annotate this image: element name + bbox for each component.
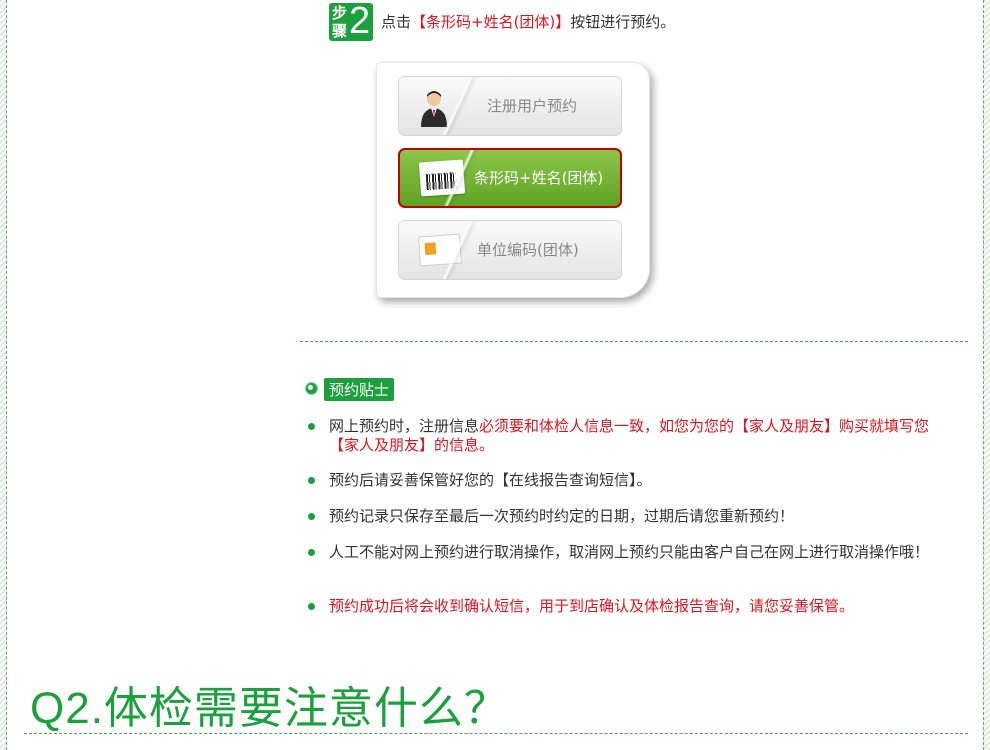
unit-code-group-button[interactable]: 单位编码(团体)	[398, 220, 622, 280]
tip-text: 预约记录只保存至最后一次预约时约定的日期，过期后请您重新预约！	[329, 507, 795, 525]
step-badge: 步骤 2	[329, 0, 373, 42]
registered-user-booking-button[interactable]: 注册用户预约	[398, 76, 622, 136]
tip-text: 网上预约时，注册信息	[329, 417, 480, 435]
step-badge-number: 2	[349, 0, 371, 42]
barcode-name-group-button[interactable]: 条形码+姓名(团体)	[398, 148, 622, 208]
button-label: 条形码+姓名(团体)	[474, 169, 604, 187]
booking-options-panel: 注册用户预约 条形码+姓名(团体) 单位编码(团体)	[376, 62, 650, 298]
step-text-highlight: 【条形码+姓名(团体)】	[411, 13, 571, 31]
left-border	[0, 0, 7, 750]
step-text-suffix: 按钮进行预约。	[570, 13, 676, 31]
step-badge-label: 步骤	[332, 4, 348, 40]
bullet-icon	[308, 603, 315, 610]
tip-text: 人工不能对网上预约进行取消操作，取消网上预约只能由客户自己在网上进行取消操作哦！	[329, 543, 930, 561]
step-instruction: 点击【条形码+姓名(团体)】按钮进行预约。	[381, 11, 675, 32]
right-border	[983, 0, 990, 750]
tips-bullet-icon	[306, 383, 317, 394]
section-divider	[300, 341, 968, 342]
button-label: 注册用户预约	[487, 97, 578, 115]
section-divider-bottom	[24, 733, 968, 734]
bullet-icon	[308, 549, 315, 556]
bullet-icon	[308, 477, 315, 484]
step-text-prefix: 点击	[381, 13, 412, 31]
button-label: 单位编码(团体)	[477, 241, 579, 259]
tip-text: 预约后请妥善保管好您的【在线报告查询短信】。	[329, 471, 652, 489]
bullet-icon	[308, 423, 315, 430]
tip-text-important: 预约成功后将会收到确认短信，用于到店确认及体检报告查询，请您妥善保管。	[329, 597, 855, 615]
bullet-icon	[308, 513, 315, 520]
section-heading-q2: Q2.体检需要注意什么？	[30, 684, 509, 733]
tips-title: 预约贴士	[324, 378, 395, 401]
